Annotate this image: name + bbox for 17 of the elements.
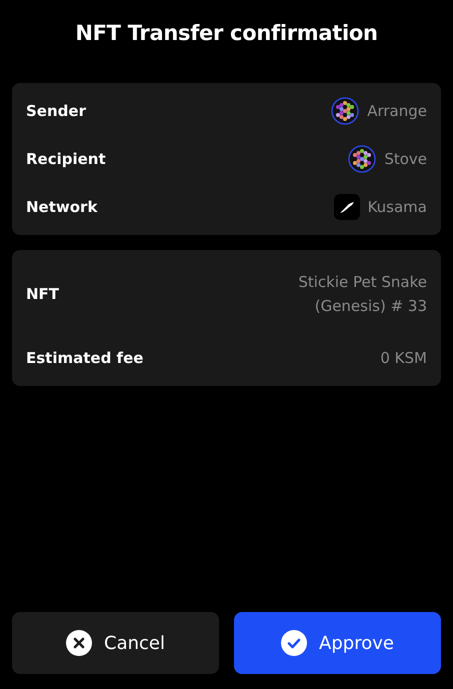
field-value: Kusama [368, 197, 427, 218]
cancel-button[interactable]: Cancel [12, 612, 219, 674]
identicon-icon [348, 145, 376, 173]
approve-button[interactable]: Approve [234, 612, 441, 674]
field-label: NFT [26, 285, 60, 303]
field-value: 0 KSM [380, 348, 427, 369]
field-value: Stove [384, 149, 427, 170]
field-value: Arrange [367, 101, 427, 122]
field-label: Network [26, 198, 98, 216]
field-label: Recipient [26, 150, 106, 168]
identicon-icon [331, 97, 360, 125]
field-label: Estimated fee [26, 349, 144, 367]
field-label: Sender [26, 102, 86, 120]
check-circle-icon [281, 630, 308, 656]
screen-title: NFT Transfer confirmation [74, 20, 379, 47]
close-circle-icon [66, 630, 92, 656]
field-value: Stickie Pet Snake (Genesis) # 33 [297, 272, 427, 317]
